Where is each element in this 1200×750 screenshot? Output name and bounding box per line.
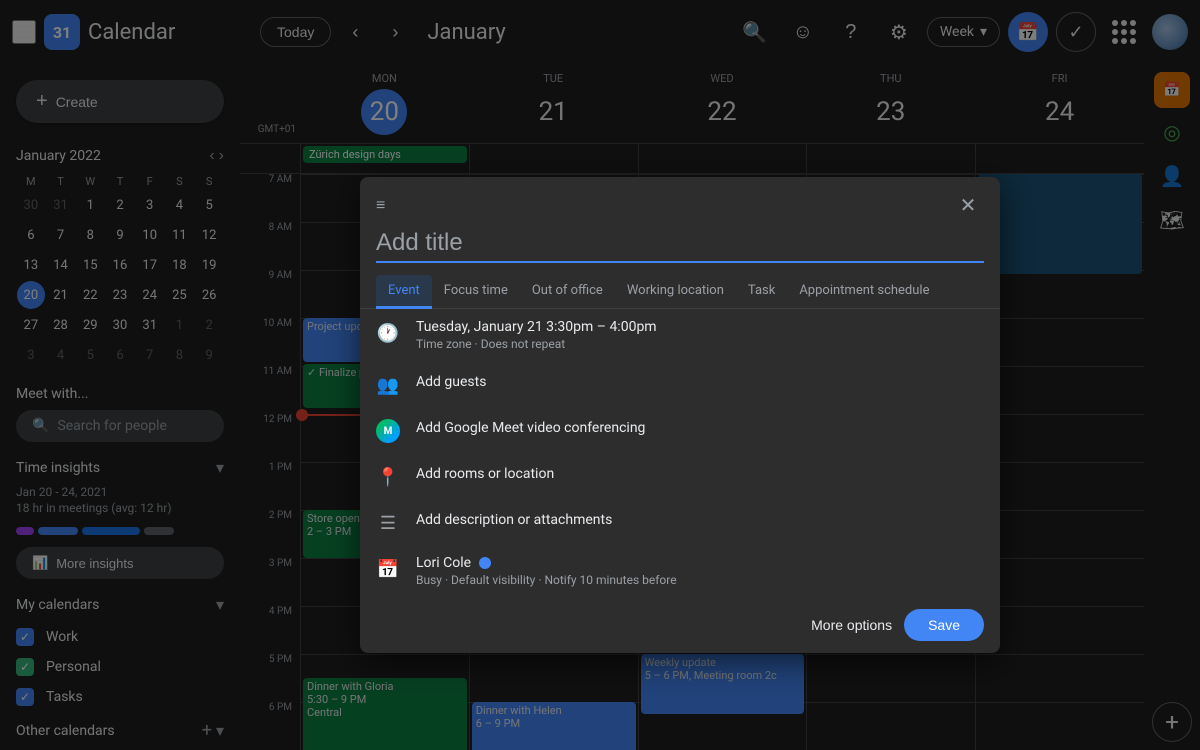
add-meet-link[interactable]: Add Google Meet video conferencing xyxy=(416,420,645,436)
more-options-button[interactable]: More options xyxy=(811,617,892,633)
cal-color-dot xyxy=(479,557,491,569)
add-location-link[interactable]: Add rooms or location xyxy=(416,466,554,482)
clock-icon: 🕐 xyxy=(376,321,400,345)
modal-close-button[interactable]: ✕ xyxy=(952,189,984,221)
modal-footer: More options Save xyxy=(360,597,1000,653)
timezone-text: Time zone · Does not repeat xyxy=(416,337,984,351)
tab-working-location[interactable]: Working location xyxy=(615,275,736,309)
modal-location-row: 📍 Add rooms or location xyxy=(360,453,1000,499)
tab-focus-time[interactable]: Focus time xyxy=(432,275,520,309)
modal-tabs: Event Focus time Out of office Working l… xyxy=(360,275,1000,309)
cal-owner-row: Lori Cole xyxy=(416,555,984,571)
datetime-text[interactable]: Tuesday, January 21 3:30pm – 4:00pm xyxy=(416,319,984,335)
drag-icon: ≡ xyxy=(376,195,385,215)
modal-datetime-row: 🕐 Tuesday, January 21 3:30pm – 4:00pm Ti… xyxy=(360,309,1000,361)
modal-overlay[interactable]: ≡ ✕ Event Focus time Out of office Worki… xyxy=(0,0,1200,750)
modal-topbar: ≡ ✕ xyxy=(360,177,1000,229)
modal-calendar-row: 📅 Lori Cole Busy · Default visibility · … xyxy=(360,545,1000,597)
modal-description-row: ☰ Add description or attachments xyxy=(360,499,1000,545)
description-icon: ☰ xyxy=(376,511,400,535)
tab-out-of-office[interactable]: Out of office xyxy=(520,275,615,309)
calendar-owner-icon: 📅 xyxy=(376,557,400,581)
cal-status: Busy · Default visibility · Notify 10 mi… xyxy=(416,573,984,587)
location-icon: 📍 xyxy=(376,465,400,489)
event-create-modal: ≡ ✕ Event Focus time Out of office Worki… xyxy=(360,177,1000,653)
save-button[interactable]: Save xyxy=(904,609,984,641)
modal-guests-row: 👥 Add guests xyxy=(360,361,1000,407)
tab-appointment[interactable]: Appointment schedule xyxy=(787,275,941,309)
event-title-input[interactable] xyxy=(376,229,984,263)
guests-icon: 👥 xyxy=(376,373,400,397)
cal-owner-name: Lori Cole xyxy=(416,555,471,571)
tab-task[interactable]: Task xyxy=(736,275,787,309)
add-description-link[interactable]: Add description or attachments xyxy=(416,512,612,528)
meet-icon: M xyxy=(376,419,400,443)
tab-event[interactable]: Event xyxy=(376,275,432,309)
modal-meet-row: M Add Google Meet video conferencing xyxy=(360,407,1000,453)
add-guests-link[interactable]: Add guests xyxy=(416,374,486,390)
datetime-content: Tuesday, January 21 3:30pm – 4:00pm Time… xyxy=(416,319,984,351)
